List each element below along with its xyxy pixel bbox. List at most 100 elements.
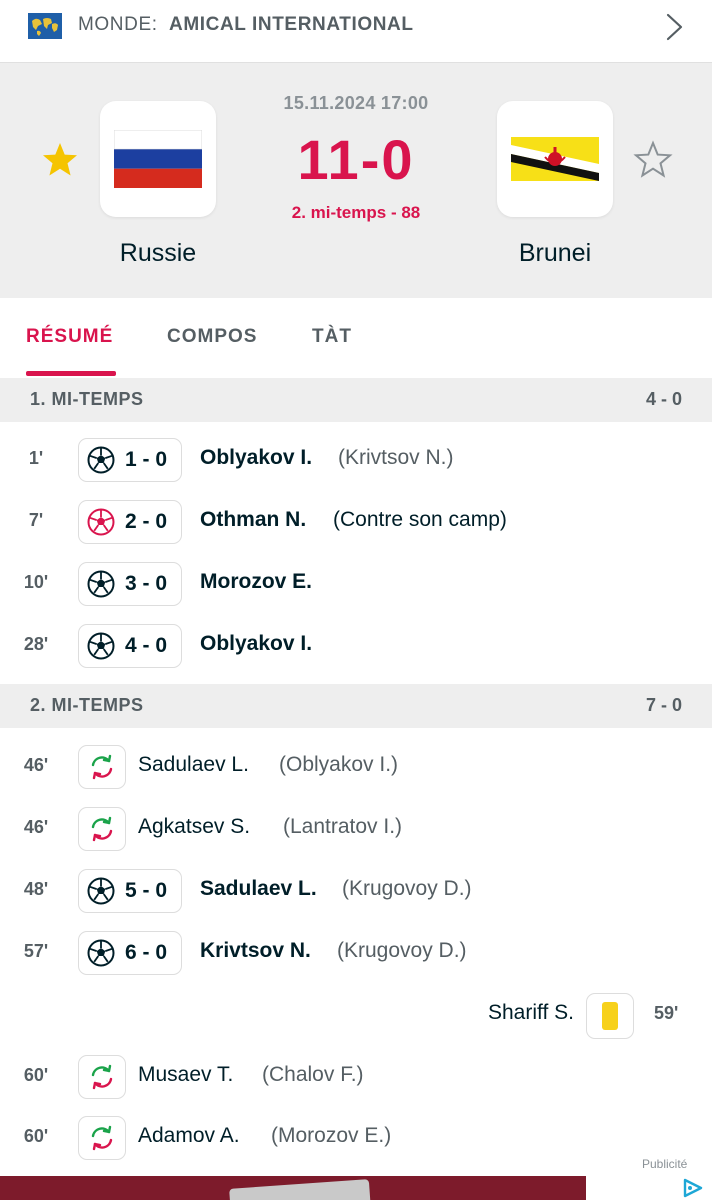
incident-row[interactable]: 60' Adamov A. (Morozov E.) [0, 1110, 712, 1166]
goal-score: 3 - 0 [125, 572, 168, 595]
ad-label: Publicité [642, 1157, 688, 1171]
goal-box: 5 - 0 [78, 869, 183, 913]
player-name[interactable]: Othman N. [200, 508, 306, 532]
period-score: 7 - 0 [645, 695, 682, 715]
substitution-icon [91, 1064, 113, 1090]
goal-score: 5 - 0 [125, 879, 168, 902]
player-out-name[interactable]: (Lantratov I.) [283, 815, 402, 839]
period-label: 2. MI-TEMPS [30, 695, 144, 715]
incident-minute: 57' [23, 941, 49, 961]
incident-minute: 46' [23, 755, 49, 775]
soccer-ball-icon [87, 632, 115, 660]
player-name[interactable]: Oblyakov I. [200, 446, 312, 470]
goal-box: 6 - 0 [78, 931, 183, 975]
advertisement-banner[interactable] [0, 1176, 586, 1200]
incident-row[interactable]: 46' Agkatsev S. (Lantratov I.) [0, 801, 712, 857]
incident-row-away[interactable]: Shariff S. 59' [0, 987, 712, 1043]
player-in-name[interactable]: Agkatsev S. [138, 815, 250, 839]
card-box [586, 993, 634, 1039]
match-status: 2. mi-temps - 88 [291, 203, 421, 222]
assist-name[interactable]: (Krugovoy D.) [337, 939, 467, 963]
incident-row[interactable]: 28' 4 - 0 Oblyakov I. [0, 618, 712, 674]
player-in-name[interactable]: Musaev T. [138, 1063, 233, 1087]
soccer-ball-icon [87, 570, 115, 598]
goal-box: 2 - 0 [78, 500, 183, 544]
brunei-flag-icon [511, 137, 599, 181]
goal-score: 2 - 0 [125, 510, 168, 533]
incident-row[interactable]: 7' 2 - 0 Othman N. (Contre son camp) [0, 494, 712, 550]
tab-resume[interactable]: RÉSUMÉ [26, 326, 113, 348]
substitution-icon [91, 816, 113, 842]
player-in-name[interactable]: Sadulaev L. [138, 753, 249, 777]
incident-minute: 1' [28, 448, 44, 468]
player-out-name[interactable]: (Chalov F.) [262, 1063, 364, 1087]
soccer-ball-icon [87, 446, 115, 474]
incident-minute: 60' [23, 1126, 49, 1146]
yellow-card-icon [602, 1002, 618, 1030]
incident-minute: 46' [23, 817, 49, 837]
incident-row[interactable]: 46' Sadulaev L. (Oblyakov I.) [0, 739, 712, 795]
substitution-icon [91, 1125, 113, 1151]
own-goal-ball-icon [87, 508, 115, 536]
player-name[interactable]: Morozov E. [200, 570, 312, 594]
player-in-name[interactable]: Adamov A. [138, 1124, 240, 1148]
substitution-box [78, 807, 126, 851]
incident-row[interactable]: 10' 3 - 0 Morozov E. [0, 556, 712, 612]
incident-row[interactable]: 60' Musaev T. (Chalov F.) [0, 1049, 712, 1105]
incident-row[interactable]: 48' 5 - 0 Sadulaev L. (Krugovoy D.) [0, 863, 712, 919]
own-goal-label: (Contre son camp) [333, 508, 507, 531]
goal-score: 1 - 0 [125, 448, 168, 471]
home-team-name[interactable]: Russie [58, 239, 258, 268]
goal-score: 6 - 0 [125, 941, 168, 964]
player-out-name[interactable]: (Oblyakov I.) [279, 753, 398, 777]
player-name[interactable]: Shariff S. [488, 1001, 574, 1025]
away-team-name[interactable]: Brunei [455, 239, 655, 268]
period-header-2: 2. MI-TEMPS 7 - 0 [0, 684, 712, 728]
goal-box: 1 - 0 [78, 438, 183, 482]
tab-tat[interactable]: TÀT [312, 326, 352, 348]
goal-box: 3 - 0 [78, 562, 183, 606]
player-out-name[interactable]: (Morozov E.) [271, 1124, 391, 1148]
substitution-box [78, 1055, 126, 1099]
adchoices-icon[interactable] [682, 1178, 704, 1198]
favorite-star-filled-icon[interactable] [40, 140, 80, 180]
match-datetime: 15.11.2024 17:00 [283, 93, 429, 113]
period-label: 1. MI-TEMPS [30, 389, 144, 409]
chevron-right-icon[interactable] [663, 12, 685, 42]
player-name[interactable]: Oblyakov I. [200, 632, 312, 656]
away-team-logo[interactable] [497, 101, 613, 217]
player-name[interactable]: Krivtsov N. [200, 939, 311, 963]
competition-bar[interactable]: MONDE: AMICAL INTERNATIONAL [0, 0, 712, 56]
match-score: 11-0 [297, 128, 415, 191]
period-header-1: 1. MI-TEMPS 4 - 0 [0, 378, 712, 422]
home-team-logo[interactable] [100, 101, 216, 217]
incident-minute: 48' [23, 879, 49, 899]
goal-score: 4 - 0 [125, 634, 168, 657]
period-score: 4 - 0 [645, 389, 682, 409]
competition-country: MONDE: [78, 14, 158, 35]
incident-minute: 10' [23, 572, 49, 592]
soccer-ball-icon [87, 877, 115, 905]
tab-compos[interactable]: COMPOS [167, 326, 257, 348]
russia-flag-icon [114, 130, 202, 188]
incident-row[interactable]: 1' 1 - 0 Oblyakov I. (Krivtsov N.) [0, 432, 712, 488]
goal-box: 4 - 0 [78, 624, 183, 668]
competition-name: AMICAL INTERNATIONAL [169, 14, 414, 35]
assist-name[interactable]: (Krugovoy D.) [342, 877, 472, 901]
ad-image [229, 1179, 371, 1200]
match-header: Russie 15.11.2024 17:00 11-0 2. mi-temps… [0, 62, 712, 299]
incident-minute: 60' [23, 1065, 49, 1085]
favorite-star-outline-icon[interactable] [633, 140, 673, 180]
incident-minute: 7' [28, 510, 44, 530]
substitution-box [78, 745, 126, 789]
incident-row[interactable]: 57' 6 - 0 Krivtsov N. (Krugovoy D.) [0, 925, 712, 981]
assist-name[interactable]: (Krivtsov N.) [338, 446, 454, 470]
incident-minute: 28' [23, 634, 49, 654]
world-flag-icon [28, 13, 62, 39]
substitution-icon [91, 754, 113, 780]
substitution-box [78, 1116, 126, 1160]
player-name[interactable]: Sadulaev L. [200, 877, 317, 901]
soccer-ball-icon [87, 939, 115, 967]
tab-bar: RÉSUMÉ COMPOS TÀT [0, 298, 712, 378]
incident-minute: 59' [654, 1003, 679, 1023]
